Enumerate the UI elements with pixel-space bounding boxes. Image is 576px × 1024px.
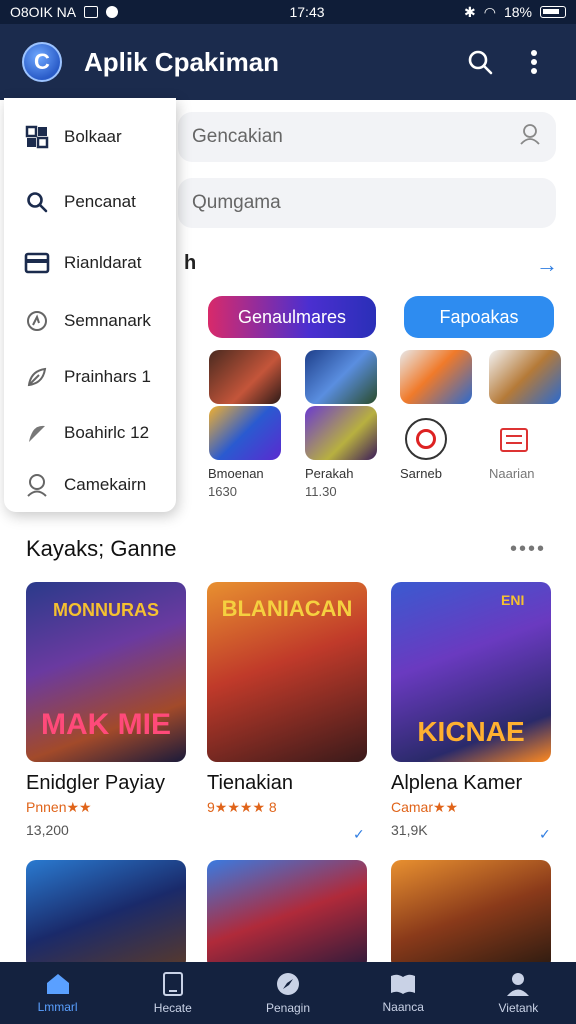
person-icon bbox=[507, 973, 530, 996]
game-downloads: 31,9K bbox=[391, 822, 428, 838]
compass-icon bbox=[277, 973, 299, 995]
app-tile-6[interactable] bbox=[305, 406, 377, 460]
drawer-item-pencanat[interactable]: Pencanat bbox=[24, 189, 136, 215]
app-tile-2[interactable] bbox=[305, 350, 377, 404]
mini-app-label: Naarian bbox=[489, 466, 535, 481]
mini-app-count: 11.30 bbox=[305, 484, 337, 499]
status-carrier: O8OIK NA bbox=[10, 4, 77, 20]
mini-app-count: 1630 bbox=[208, 484, 237, 499]
game-downloads: 13,200 bbox=[26, 822, 69, 838]
game-art-title: MAK MIE bbox=[41, 708, 171, 741]
nav-label: Lmmarl bbox=[37, 1000, 78, 1014]
drawer-item-semnanark[interactable]: Semnanark bbox=[24, 308, 151, 334]
more-vert-icon[interactable] bbox=[514, 42, 554, 82]
category-pill-b[interactable]: Fapoakas bbox=[404, 296, 554, 338]
status-dot-icon bbox=[106, 6, 119, 18]
nav-label: Vietank bbox=[498, 1001, 539, 1015]
game-art-title-top: BLANIACAN bbox=[221, 596, 353, 621]
drawer-item-label: Bolkaar bbox=[64, 127, 122, 146]
section-arrow-icon[interactable]: → bbox=[536, 252, 558, 278]
game-card-1[interactable]: MONNURAS MAK MIE bbox=[26, 582, 186, 762]
notification-icon bbox=[84, 6, 99, 18]
game-art-title: KICNAE bbox=[417, 716, 525, 747]
search-input-text: Gencakian bbox=[192, 126, 283, 147]
drawer-item-label: Semnanark bbox=[64, 311, 151, 330]
drawer-item-boahirlc[interactable]: Boahirlc 12 bbox=[24, 420, 149, 446]
status-time: 17:43 bbox=[289, 4, 325, 20]
app-tile-4[interactable] bbox=[489, 350, 561, 404]
wifi-icon: ◠ bbox=[483, 3, 496, 20]
query-input[interactable]: Qumgama bbox=[178, 178, 556, 228]
check-icon: ✓ bbox=[353, 826, 365, 842]
target-icon[interactable] bbox=[405, 418, 447, 460]
app-title: Aplik Cpakiman bbox=[84, 46, 280, 77]
status-bar: O8OIK NA 17:43 ✱ ◠ 18% bbox=[0, 0, 576, 24]
mini-app-label: Bmoenan bbox=[208, 466, 264, 481]
nav-label: Hecate bbox=[153, 1001, 192, 1015]
game-name: Tienakian bbox=[207, 772, 293, 794]
navigation-drawer: Bolkaar Pencanat Rianldarat Semnanark Pr… bbox=[4, 98, 176, 512]
nav-vietank[interactable]: Vietank bbox=[461, 962, 576, 1024]
category-pill-a[interactable]: Genaulmares bbox=[208, 296, 376, 338]
game-name: Alplena Kamer bbox=[391, 772, 523, 794]
nav-naanca[interactable]: Naanca bbox=[346, 962, 461, 1024]
app-logo: C bbox=[22, 42, 62, 82]
game-rating: Pnnen★★ bbox=[26, 799, 92, 815]
mini-app-label: Sarneb bbox=[400, 466, 442, 481]
battery-text: 18% bbox=[503, 4, 532, 20]
game-art-title-top: ENI bbox=[501, 592, 525, 608]
drawer-item-label: Rianldarat bbox=[64, 253, 142, 272]
section-title: h bbox=[184, 252, 197, 274]
nav-label: Penagin bbox=[265, 1001, 311, 1015]
drawer-item-rianldarat[interactable]: Rianldarat bbox=[24, 250, 142, 276]
game-card-5[interactable] bbox=[207, 860, 367, 970]
game-art-title-top: MONNURAS bbox=[53, 600, 159, 620]
game-rating: Camar★★ bbox=[391, 799, 459, 815]
user-search-icon[interactable] bbox=[518, 122, 542, 152]
nav-label: Naanca bbox=[382, 1000, 424, 1014]
card-icon bbox=[24, 250, 50, 276]
game-card-3[interactable]: ENI KICNAE bbox=[391, 582, 551, 762]
drawer-item-camekairn[interactable]: Camekairn bbox=[24, 472, 146, 498]
games-section-title: Kayaks; Ganne bbox=[26, 536, 177, 561]
search-icon bbox=[24, 189, 50, 215]
leaf-icon bbox=[24, 364, 50, 390]
battery-icon bbox=[540, 6, 566, 18]
bluetooth-icon: ✱ bbox=[464, 3, 476, 20]
app-tile-1[interactable] bbox=[209, 350, 281, 404]
home-icon bbox=[46, 974, 69, 994]
game-card-4[interactable] bbox=[26, 860, 186, 970]
app-tile-5[interactable] bbox=[209, 406, 281, 460]
drawer-item-prainhars[interactable]: Prainhars 1 bbox=[24, 364, 151, 390]
more-icon[interactable]: •••• bbox=[510, 538, 546, 561]
nav-hecate[interactable]: Hecate bbox=[115, 962, 230, 1024]
grid-icon bbox=[24, 124, 50, 150]
gauge-icon bbox=[24, 308, 50, 334]
drawer-item-bolkaar[interactable]: Bolkaar bbox=[24, 124, 122, 150]
drawer-item-label: Pencanat bbox=[64, 192, 136, 211]
drawer-item-label: Boahirlc 12 bbox=[64, 423, 150, 442]
book-icon bbox=[391, 974, 416, 994]
drawer-item-label: Prainhars 1 bbox=[64, 367, 151, 386]
feather-icon bbox=[24, 420, 50, 446]
game-card-6[interactable] bbox=[391, 860, 551, 970]
mini-app-label: Perakah bbox=[305, 466, 354, 481]
user-icon bbox=[24, 472, 50, 498]
app-tile-3[interactable] bbox=[400, 350, 472, 404]
bottom-navigation: Lmmarl Hecate Penagin Naanca Vietank bbox=[0, 962, 576, 1024]
nav-penagin[interactable]: Penagin bbox=[230, 962, 345, 1024]
query-input-text: Qumgama bbox=[192, 192, 281, 213]
drawer-item-label: Camekairn bbox=[64, 475, 147, 494]
game-name: Enidgler Payiay bbox=[26, 772, 165, 794]
game-rating: 9★★★★ 8 bbox=[207, 799, 277, 815]
check-icon: ✓ bbox=[539, 826, 551, 842]
search-icon[interactable] bbox=[460, 42, 500, 82]
game-card-2[interactable]: BLANIACAN bbox=[207, 582, 367, 762]
tablet-icon bbox=[162, 972, 183, 996]
app-bar: C Aplik Cpakiman bbox=[0, 24, 576, 100]
search-input[interactable]: Gencakian bbox=[178, 112, 556, 162]
nav-home[interactable]: Lmmarl bbox=[0, 962, 115, 1024]
news-icon[interactable] bbox=[500, 428, 528, 452]
